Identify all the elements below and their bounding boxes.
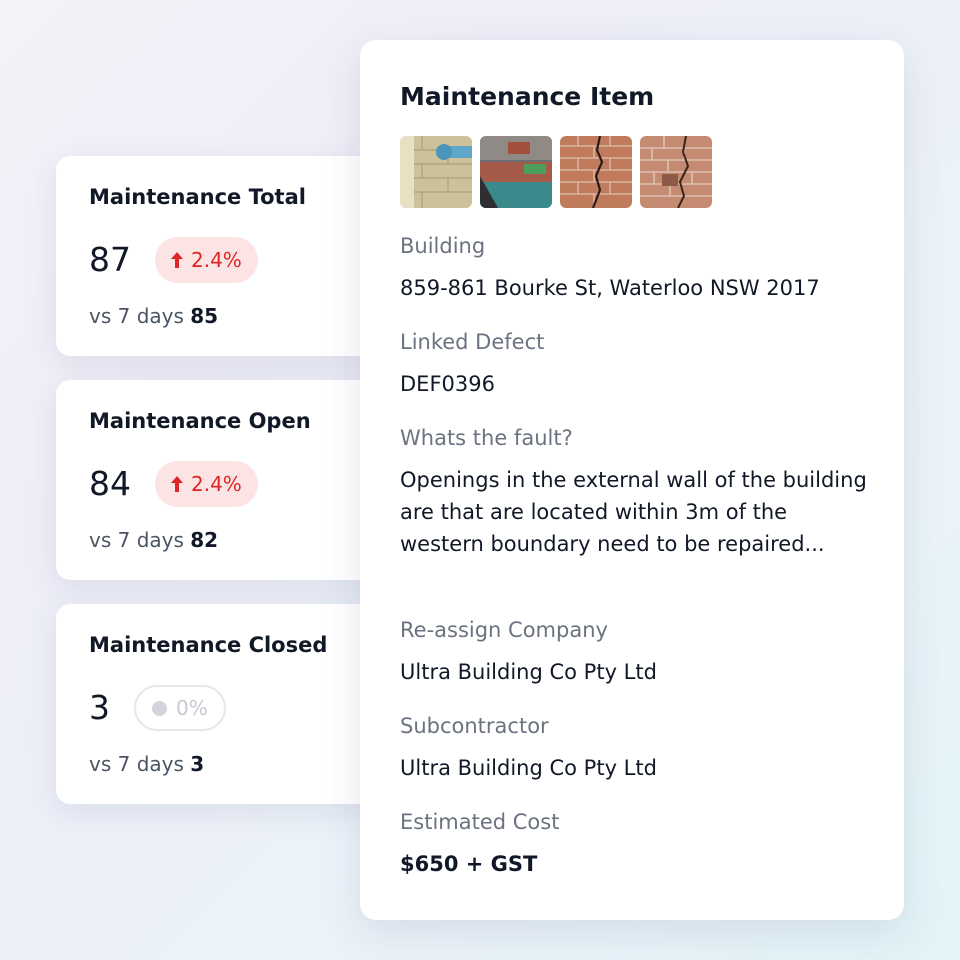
stat-compare: vs 7 days 3 — [89, 750, 386, 778]
trend-change: 2.4% — [191, 472, 242, 496]
fault-field: Whats the fault? Openings in the externa… — [400, 424, 870, 560]
subcontractor-field: Subcontractor Ultra Building Co Pty Ltd — [400, 712, 870, 784]
building-address: 859-861 Bourke St, Waterloo NSW 2017 — [400, 276, 820, 300]
photo-thumbnail[interactable] — [480, 136, 552, 208]
stat-value: 87 — [89, 240, 131, 279]
card-title: Maintenance Item — [400, 82, 655, 111]
linked-defect-id[interactable]: DEF0396 — [400, 368, 870, 400]
stat-title: Maintenance Open — [89, 409, 311, 433]
arrow-up-icon — [171, 476, 183, 492]
maintenance-closed-card[interactable]: Maintenance Closed 3 0% vs 7 days 3 — [56, 604, 386, 804]
field-label: Re-assign Company — [400, 618, 608, 642]
trend-badge: 0% — [134, 685, 226, 731]
photo-thumbnail[interactable] — [640, 136, 712, 208]
trend-badge: 2.4% — [155, 237, 258, 283]
maintenance-total-card[interactable]: Maintenance Total 87 2.4% vs 7 days 85 — [56, 156, 386, 356]
field-label: Building — [400, 234, 486, 258]
field-label: Whats the fault? — [400, 426, 573, 450]
compare-value: 85 — [190, 304, 219, 328]
field-label: Estimated Cost — [400, 810, 560, 834]
estimated-cost-value: $650 + GST — [400, 852, 538, 876]
trend-change: 0% — [176, 696, 208, 720]
building-field: Building 859-861 Bourke St, Waterloo NSW… — [400, 232, 870, 304]
stat-compare: vs 7 days 85 — [89, 302, 386, 330]
estimated-cost-field: Estimated Cost $650 + GST — [400, 808, 870, 880]
neutral-dot-icon — [152, 700, 167, 716]
photo-gallery — [400, 136, 712, 208]
compare-label: vs 7 days — [89, 304, 184, 328]
compare-value: 82 — [190, 528, 219, 552]
trend-badge: 2.4% — [155, 461, 258, 507]
stat-compare: vs 7 days 82 — [89, 526, 386, 554]
photo-thumbnail[interactable] — [560, 136, 632, 208]
maintenance-open-card[interactable]: Maintenance Open 84 2.4% vs 7 days 82 — [56, 380, 386, 580]
arrow-up-icon — [171, 252, 183, 268]
stat-title: Maintenance Closed — [89, 633, 328, 657]
maintenance-item-card: Maintenance Item Building 859-861 Bourke… — [360, 40, 904, 920]
stat-value: 3 — [89, 688, 110, 727]
stat-value: 84 — [89, 464, 131, 503]
trend-change: 2.4% — [191, 248, 242, 272]
compare-label: vs 7 days — [89, 528, 184, 552]
fault-description: Openings in the external wall of the bui… — [400, 468, 867, 556]
field-label: Linked Defect — [400, 330, 545, 354]
subcontractor-value: Ultra Building Co Pty Ltd — [400, 756, 657, 780]
field-label: Subcontractor — [400, 714, 549, 738]
reassign-company-value: Ultra Building Co Pty Ltd — [400, 660, 657, 684]
compare-label: vs 7 days — [89, 752, 184, 776]
compare-value: 3 — [190, 752, 205, 776]
photo-thumbnail[interactable] — [400, 136, 472, 208]
linked-defect-field: Linked Defect DEF0396 — [400, 328, 870, 400]
stat-title: Maintenance Total — [89, 185, 306, 209]
reassign-company-field: Re-assign Company Ultra Building Co Pty … — [400, 616, 870, 688]
